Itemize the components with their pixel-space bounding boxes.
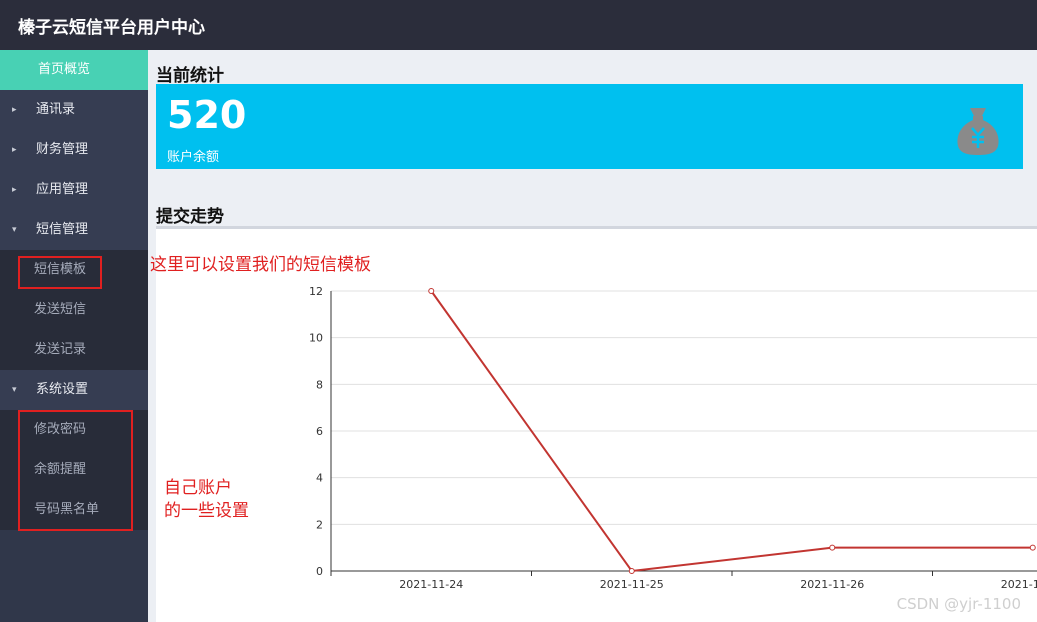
sidebar-item-label: 通讯录 bbox=[36, 102, 76, 117]
x-tick-label: 2021-11-24 bbox=[399, 578, 463, 591]
y-tick-label: 8 bbox=[316, 378, 323, 391]
caret-down-icon: ▾ bbox=[12, 385, 17, 395]
data-point bbox=[829, 544, 836, 551]
balance-card: 520 账户余额 bbox=[156, 84, 1023, 169]
y-tick-label: 6 bbox=[316, 425, 323, 438]
balance-label: 账户余额 bbox=[167, 150, 220, 165]
annotation-box-settings bbox=[18, 410, 133, 531]
trend-line-chart: 0 2 4 6 8 10 12 2021-11-24 2021-11-25 2021-11-26 2… bbox=[309, 285, 1037, 591]
annotation-box-template bbox=[18, 256, 102, 289]
sidebar-item-system-settings[interactable]: ▾ 系统设置 bbox=[0, 370, 148, 410]
sidebar-item-label: 首页概览 bbox=[37, 62, 90, 77]
caret-right-icon: ▸ bbox=[12, 185, 17, 195]
sidebar-item-label: 发送短信 bbox=[34, 302, 87, 317]
x-tick-label: 2021-11-26 bbox=[800, 578, 864, 591]
data-point bbox=[1029, 544, 1036, 551]
annotation-settings-note-1: 自己账户 bbox=[164, 478, 232, 498]
watermark: CSDN @yjr-1100 bbox=[896, 595, 1021, 613]
top-header: 榛子云短信平台用户中心 bbox=[0, 0, 1037, 50]
stats-section-title: 当前统计 bbox=[156, 66, 224, 86]
y-tick-label: 10 bbox=[309, 332, 323, 345]
y-tick-label: 0 bbox=[316, 565, 323, 578]
x-tick-label: 2021-11-25 bbox=[600, 578, 664, 591]
annotation-template-note: 这里可以设置我们的短信模板 bbox=[150, 255, 371, 275]
sidebar-item-contacts[interactable]: ▸ 通讯录 bbox=[0, 90, 148, 130]
sidebar-item-sms[interactable]: ▾ 短信管理 bbox=[0, 210, 148, 250]
sidebar-item-label: 应用管理 bbox=[36, 182, 89, 197]
sidebar-item-send-log[interactable]: 发送记录 bbox=[0, 330, 148, 370]
app-title: 榛子云短信平台用户中心 bbox=[18, 18, 205, 38]
sidebar-item-label: 系统设置 bbox=[36, 382, 89, 397]
sidebar-item-apps[interactable]: ▸ 应用管理 bbox=[0, 170, 148, 210]
money-bag-icon bbox=[957, 108, 999, 155]
sidebar-item-home[interactable]: 首页概览 bbox=[0, 50, 148, 90]
balance-value: 520 bbox=[167, 93, 247, 137]
y-tick-label: 2 bbox=[316, 518, 323, 531]
caret-right-icon: ▸ bbox=[12, 145, 17, 155]
y-tick-label: 4 bbox=[316, 472, 323, 485]
trend-chart-panel: 0 2 4 6 8 10 12 2021-11-24 2021-11-25 2021-11-26 2… bbox=[156, 226, 1037, 622]
data-point bbox=[628, 568, 635, 574]
caret-down-icon: ▾ bbox=[12, 225, 17, 235]
sidebar-item-label: 短信管理 bbox=[36, 222, 89, 237]
sidebar: 首页概览 ▸ 通讯录 ▸ 财务管理 ▸ 应用管理 ▾ 短信管理 短信模板 发送短… bbox=[0, 50, 148, 622]
sidebar-item-label: 发送记录 bbox=[34, 342, 87, 357]
sidebar-item-send-sms[interactable]: 发送短信 bbox=[0, 290, 148, 330]
sidebar-item-label: 财务管理 bbox=[36, 142, 89, 157]
sidebar-item-finance[interactable]: ▸ 财务管理 bbox=[0, 130, 148, 170]
y-tick-label: 12 bbox=[309, 285, 323, 298]
caret-right-icon: ▸ bbox=[12, 105, 17, 115]
trend-section-title: 提交走势 bbox=[156, 207, 224, 227]
annotation-settings-note-2: 的一些设置 bbox=[164, 501, 249, 521]
data-point bbox=[428, 288, 435, 294]
x-tick-label: 2021-11-27 bbox=[1001, 578, 1037, 591]
